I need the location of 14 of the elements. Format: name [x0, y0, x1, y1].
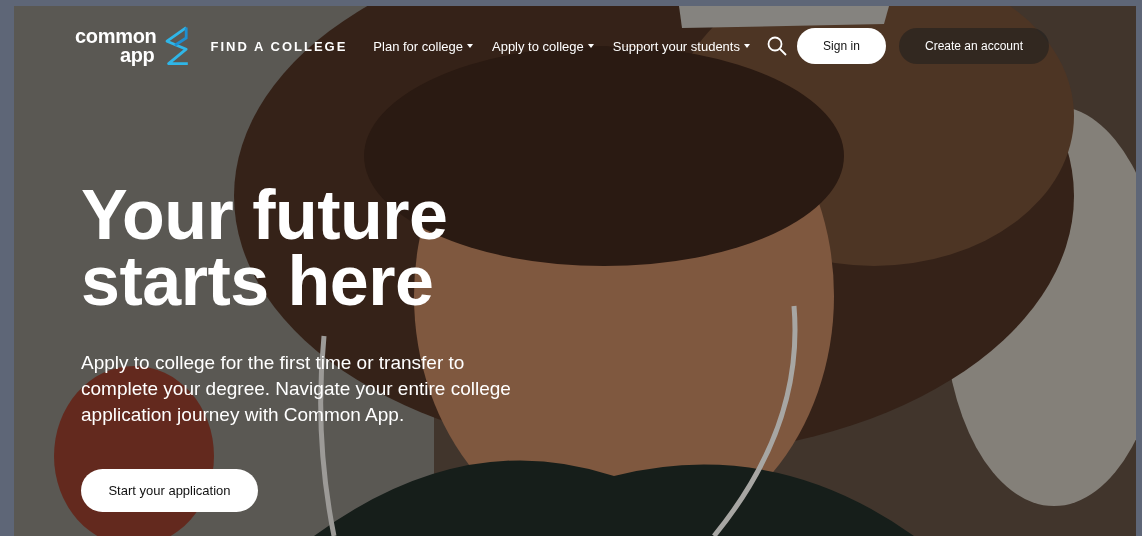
logo-link[interactable]: common app [75, 27, 157, 65]
sign-in-button[interactable]: Sign in [796, 28, 886, 64]
nav-menu-link[interactable]: Plan for college [373, 38, 473, 54]
hero-heading: Your future starts here [81, 182, 449, 314]
hero-description: Apply to college for the first time or transfer to complete your degree. Navigate your entire college application journey with Common App. [81, 351, 512, 427]
nav-menu-link[interactable]: Apply to college [492, 38, 594, 54]
caret-icon [743, 44, 750, 48]
create-account-button[interactable]: Create an account [898, 28, 1050, 64]
nav-menu-link[interactable]: Support your students [612, 38, 750, 54]
search-icon[interactable] [766, 36, 787, 56]
caret-icon [587, 44, 594, 48]
nav-link[interactable]: FIND A COLLEGE [210, 38, 348, 54]
start-application-button[interactable]: Start your application [81, 469, 258, 512]
caret-icon [467, 44, 473, 48]
